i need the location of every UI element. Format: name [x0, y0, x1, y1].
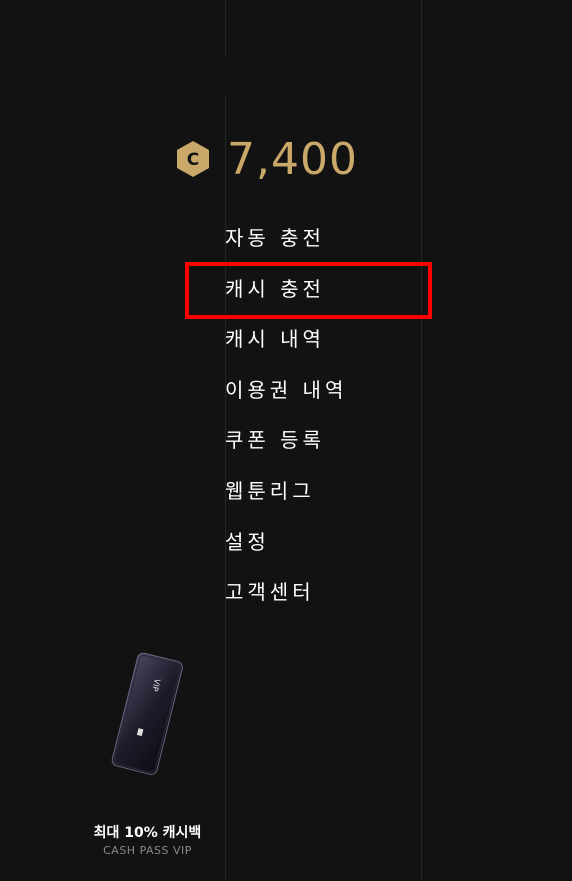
- divider-gap: [225, 55, 226, 95]
- divider-right: [421, 0, 422, 881]
- promo-title: 최대 10% 캐시백: [93, 825, 202, 841]
- svg-text:C: C: [187, 150, 199, 170]
- vip-promo[interactable]: VIP 최대 10% 캐시백 CASH PASS VIP: [60, 650, 235, 857]
- vip-card-image: VIP: [111, 652, 183, 775]
- menu-item-settings[interactable]: 설정: [225, 526, 347, 577]
- promo-subtitle: CASH PASS VIP: [103, 844, 192, 857]
- balance-value: 7,400: [227, 133, 358, 185]
- cash-balance: C 7,400: [176, 132, 358, 186]
- menu-item-cash-history[interactable]: 캐시 내역: [225, 323, 347, 374]
- menu-item-ticket-history[interactable]: 이용권 내역: [225, 374, 347, 425]
- menu-item-cash-charge[interactable]: 캐시 충전: [225, 273, 347, 324]
- coin-c-icon: C: [177, 141, 209, 177]
- menu-item-webtoon-league[interactable]: 웹툰리그: [225, 475, 347, 526]
- menu-item-auto-charge[interactable]: 자동 충전: [225, 222, 347, 273]
- menu-item-coupon-register[interactable]: 쿠폰 등록: [225, 424, 347, 475]
- account-menu: 자동 충전 캐시 충전 캐시 내역 이용권 내역 쿠폰 등록 웹툰리그 설정 고…: [225, 222, 347, 627]
- menu-item-customer-center[interactable]: 고객센터: [225, 576, 347, 627]
